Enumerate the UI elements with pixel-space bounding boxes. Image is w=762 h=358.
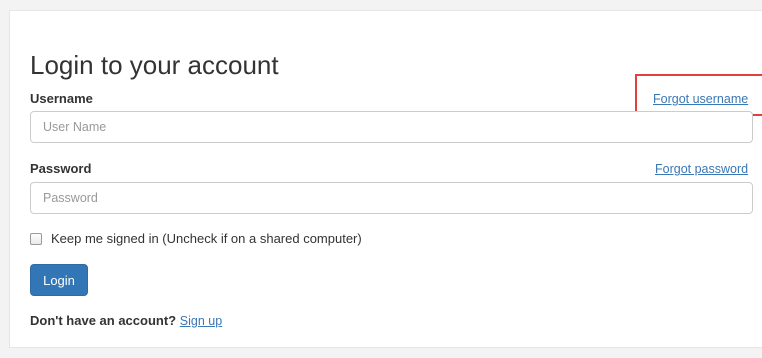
signup-prompt: Don't have an account? [30,313,177,328]
page: Login to your account Username Forgot us… [0,0,762,358]
page-title: Login to your account [30,50,279,80]
forgot-username-link[interactable]: Forgot username [653,91,748,107]
password-input[interactable] [30,182,753,214]
forgot-password-link[interactable]: Forgot password [655,161,748,177]
login-panel: Login to your account Username Forgot us… [9,10,762,348]
remember-me-checkbox[interactable] [30,233,42,245]
signup-line: Don't have an account? Sign up [30,313,222,329]
password-label: Password [30,161,92,176]
login-button[interactable]: Login [30,264,88,296]
username-input[interactable] [30,111,753,143]
signup-link[interactable]: Sign up [180,314,222,328]
username-label: Username [30,91,93,106]
remember-me-label: Keep me signed in (Uncheck if on a share… [51,231,362,246]
